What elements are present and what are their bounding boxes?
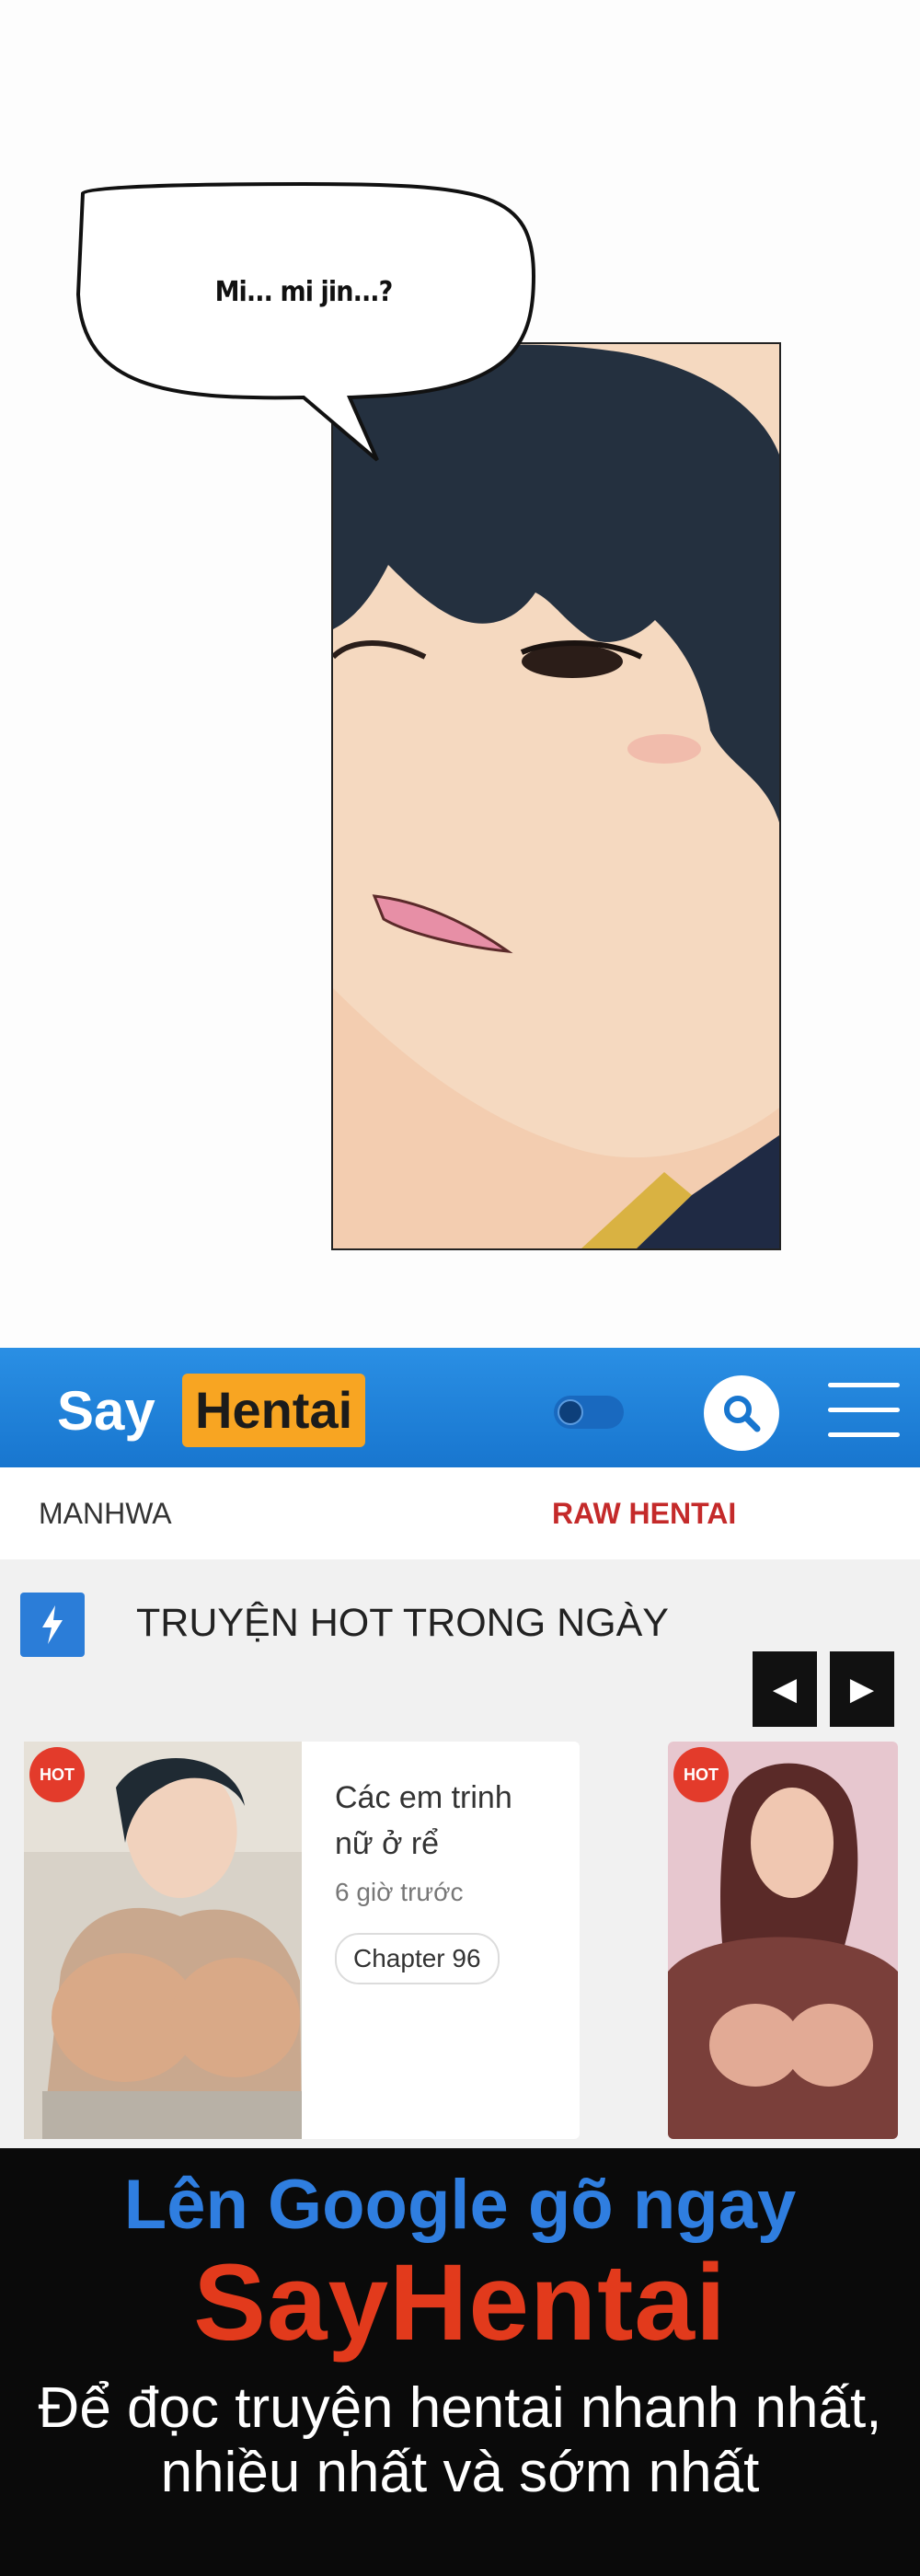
comic-panel-face bbox=[331, 342, 781, 1250]
theme-toggle[interactable] bbox=[554, 1396, 624, 1429]
site-preview: Say Hentai MANHWA RAW HENTAI TRUYỆN HOT … bbox=[0, 1348, 920, 2148]
manga-time: 6 giờ trước bbox=[335, 1878, 464, 1906]
logo-hentai[interactable]: Hentai bbox=[182, 1374, 366, 1447]
site-header: Say Hentai bbox=[0, 1348, 920, 1467]
category-nav: MANHWA RAW HENTAI bbox=[0, 1467, 920, 1559]
speech-bubble bbox=[75, 181, 536, 462]
speech-text: Mi... mi jin...? bbox=[214, 276, 394, 308]
chapter-button[interactable]: Chapter 96 bbox=[335, 1933, 500, 1984]
manga-card[interactable]: HOT bbox=[668, 1742, 898, 2139]
banner-line-1: Lên Google gõ ngay bbox=[123, 2166, 797, 2244]
menu-icon[interactable] bbox=[828, 1383, 900, 1440]
manga-cover: HOT bbox=[24, 1742, 302, 2139]
prev-arrow-button[interactable]: ◀ bbox=[753, 1651, 817, 1727]
toggle-knob-icon bbox=[558, 1399, 583, 1425]
lightning-icon bbox=[20, 1593, 85, 1657]
hot-badge: HOT bbox=[29, 1747, 85, 1802]
nav-manhwa[interactable]: MANHWA bbox=[39, 1497, 172, 1531]
comic-page: Mi... mi jin...? bbox=[0, 0, 920, 1348]
next-arrow-button[interactable]: ▶ bbox=[830, 1651, 894, 1727]
search-icon bbox=[724, 1396, 761, 1432]
banner-brand: SayHentai bbox=[193, 2242, 727, 2363]
banner-line-3: Để đọc truyện hentai nhanh nhất, nhiều n… bbox=[38, 2376, 882, 2504]
search-button[interactable] bbox=[704, 1375, 779, 1451]
nav-raw-hentai[interactable]: RAW HENTAI bbox=[552, 1497, 736, 1531]
promo-banner: Lên Google gõ ngay SayHentai Để đọc truy… bbox=[0, 2148, 920, 2576]
hot-badge: HOT bbox=[673, 1747, 729, 1802]
section-title: TRUYỆN HOT TRONG NGÀY bbox=[136, 1601, 669, 1645]
logo-say[interactable]: Say bbox=[57, 1379, 155, 1443]
manga-card[interactable]: HOT Các em trinh nữ ở rể 6 giờ trước Cha… bbox=[24, 1742, 580, 2139]
manga-title[interactable]: Các em trinh nữ ở rể bbox=[335, 1775, 556, 1867]
